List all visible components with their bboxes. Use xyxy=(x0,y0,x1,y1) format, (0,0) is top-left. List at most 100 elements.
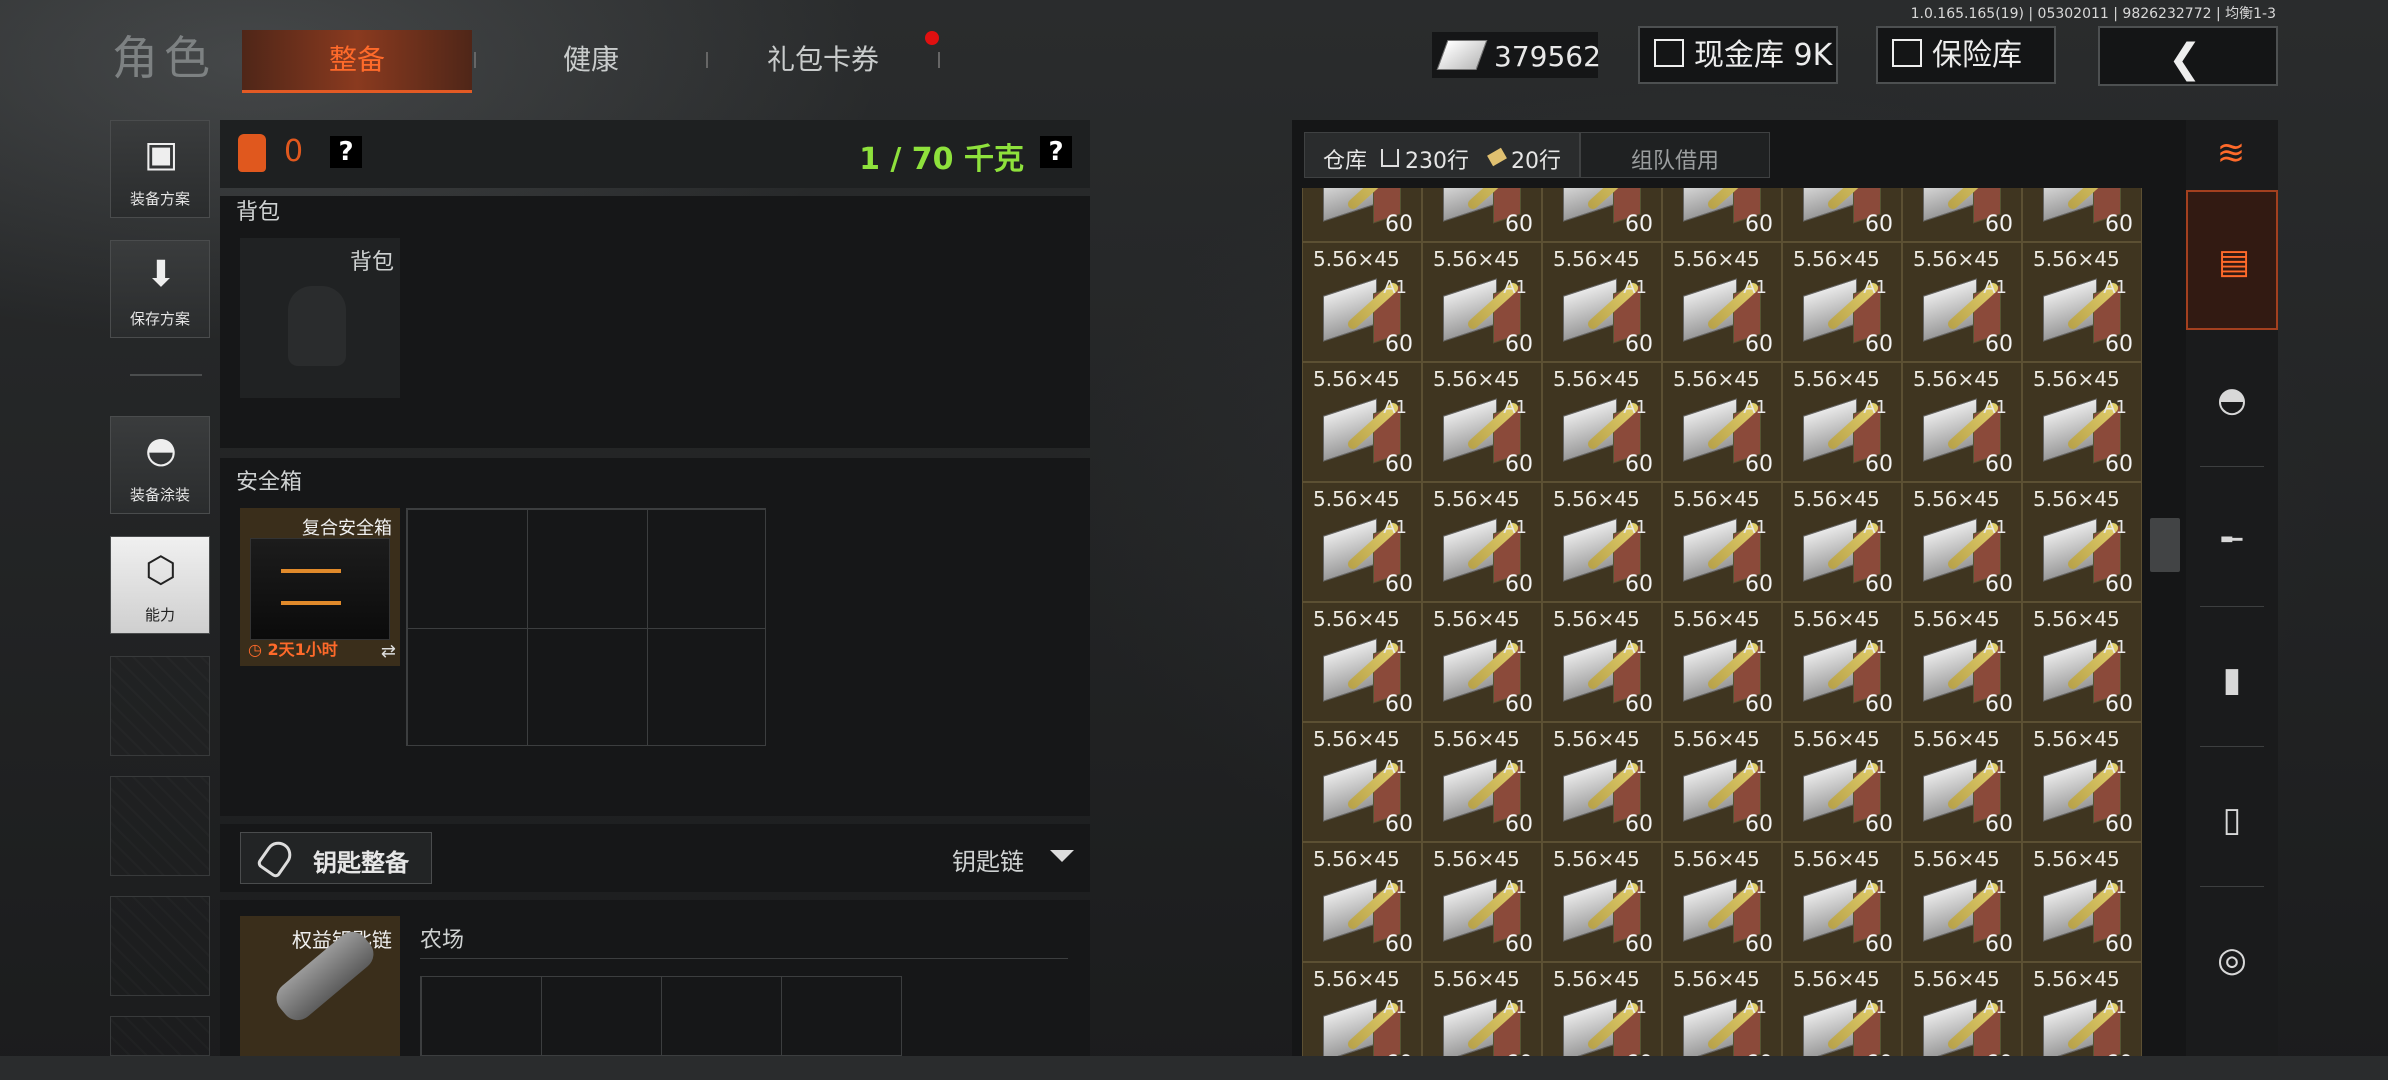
inventory-item-ammo[interactable]: 5.56×45A160 xyxy=(1902,842,2022,962)
inventory-item-ammo[interactable]: 5.56×45A160 xyxy=(1662,722,1782,842)
inventory-item-ammo[interactable]: 5.56×45A160 xyxy=(1542,842,1662,962)
swap-icon[interactable]: ⇄ xyxy=(381,641,396,662)
inventory-item-ammo[interactable]: 5.56×45A160 xyxy=(1542,482,1662,602)
inventory-item-ammo[interactable]: 5.56×45A160 xyxy=(1782,962,1902,1060)
inventory-item-ammo[interactable]: 5.56×45A160 xyxy=(1782,242,1902,362)
inventory-item-ammo[interactable]: 5.56×45A160 xyxy=(1902,188,2022,242)
inventory-item-ammo[interactable]: 5.56×45A160 xyxy=(1662,602,1782,722)
armor-help-button[interactable]: ? xyxy=(330,136,362,168)
tab-health[interactable]: 健康 xyxy=(476,30,706,90)
inventory-item-ammo[interactable]: 5.56×45A160 xyxy=(1302,962,1422,1060)
inventory-item-ammo[interactable]: 5.56×45A160 xyxy=(1302,242,1422,362)
inventory-item-ammo[interactable]: 5.56×45A160 xyxy=(2022,482,2142,602)
scrollbar[interactable] xyxy=(2150,518,2180,572)
sidebar-label: 装备涂装 xyxy=(129,486,190,504)
item-quantity: 60 xyxy=(2105,812,2133,837)
inventory-item-ammo[interactable]: 5.56×45A160 xyxy=(1542,602,1662,722)
inventory-item-ammo[interactable]: 5.56×45A160 xyxy=(1782,362,1902,482)
category-magazine[interactable]: ▮ xyxy=(2186,610,2278,750)
item-caliber: 5.56×45 xyxy=(1673,607,1760,631)
inventory-item-ammo[interactable]: 5.56×45A160 xyxy=(1422,962,1542,1060)
inventory-item-ammo[interactable]: 5.56×45A160 xyxy=(1542,722,1662,842)
inventory-item-ammo[interactable]: 5.56×45A160 xyxy=(1542,188,1662,242)
inventory-item-ammo[interactable]: 5.56×45A160 xyxy=(2022,362,2142,482)
inventory-item-ammo[interactable]: 5.56×45A160 xyxy=(1422,242,1542,362)
inventory-item-ammo[interactable]: 5.56×45A160 xyxy=(2022,842,2142,962)
inventory-item-ammo[interactable]: 5.56×45A160 xyxy=(1782,482,1902,602)
farm-key-grid[interactable] xyxy=(420,976,902,1056)
tab-gift-coupons[interactable]: 礼包卡券 xyxy=(708,30,938,90)
helmet-icon: ◓ xyxy=(145,430,177,471)
inventory-item-ammo[interactable]: 5.56×45A160 xyxy=(1662,188,1782,242)
inventory-item-ammo[interactable]: 5.56×45A160 xyxy=(1902,722,2022,842)
inventory-item-ammo[interactable]: 5.56×45A160 xyxy=(1782,602,1902,722)
safebox-slot[interactable]: 复合安全箱 ◷ 2天1小时 ⇄ xyxy=(240,508,400,666)
sidebar-save-plan[interactable]: ⬇ 保存方案 xyxy=(110,240,210,338)
weight-help-button[interactable]: ? xyxy=(1040,136,1072,168)
category-rifle[interactable]: ╾ xyxy=(2186,470,2278,610)
chevron-down-icon[interactable] xyxy=(1050,850,1074,862)
keychain-dropdown[interactable]: 钥匙链 xyxy=(952,842,1024,877)
inventory-item-ammo[interactable]: 5.56×45A160 xyxy=(1542,362,1662,482)
inventory-item-ammo[interactable]: 5.56×45A160 xyxy=(1902,242,2022,362)
inventory-item-ammo[interactable]: 5.56×45A160 xyxy=(1782,722,1902,842)
inventory-item-ammo[interactable]: 5.56×45A160 xyxy=(1902,362,2022,482)
inventory-item-ammo[interactable]: 5.56×45A160 xyxy=(1422,722,1542,842)
inventory-item-ammo[interactable]: 5.56×45A160 xyxy=(1782,842,1902,962)
item-quantity: 60 xyxy=(1625,572,1653,597)
inventory-item-ammo[interactable]: 5.56×45A160 xyxy=(1302,602,1422,722)
category-helmet[interactable]: ◓ xyxy=(2186,330,2278,470)
inventory-item-ammo[interactable]: 5.56×45A160 xyxy=(1302,188,1422,242)
inventory-item-ammo[interactable]: 5.56×45A160 xyxy=(1902,602,2022,722)
tab-loadout[interactable]: 整备 xyxy=(242,30,472,93)
key-loadout-button[interactable]: 钥匙整备 xyxy=(240,832,432,884)
keychain-slot[interactable]: 权益钥匙链 xyxy=(240,916,400,1056)
inventory-item-ammo[interactable]: 5.56×45A160 xyxy=(2022,602,2142,722)
inventory-item-ammo[interactable]: 5.56×45A160 xyxy=(2022,242,2142,362)
inventory-item-ammo[interactable]: 5.56×45A160 xyxy=(1662,362,1782,482)
inventory-item-ammo[interactable]: 5.56×45A160 xyxy=(2022,962,2142,1060)
tab-warehouse[interactable]: 仓库 230行 20行 xyxy=(1304,132,1580,178)
sidebar-skins[interactable]: ◓ 装备涂装 xyxy=(110,416,210,514)
item-caliber: 5.56×45 xyxy=(1433,247,1520,271)
inventory-item-ammo[interactable]: 5.56×45A160 xyxy=(1422,188,1542,242)
category-ammo[interactable]: ▯ xyxy=(2186,750,2278,890)
page-title: 角色 xyxy=(112,31,216,85)
sidebar-abilities[interactable]: ⬡ 能力 xyxy=(110,536,210,634)
inventory-item-ammo[interactable]: 5.56×45A160 xyxy=(2022,722,2142,842)
inventory-item-ammo[interactable]: 5.56×45A160 xyxy=(1302,722,1422,842)
inventory-item-ammo[interactable]: 5.56×45A160 xyxy=(1662,242,1782,362)
inventory-item-ammo[interactable]: 5.56×45A160 xyxy=(1302,482,1422,602)
sidebar-loadout-plans[interactable]: ▣ 装备方案 xyxy=(110,120,210,218)
insurance-icon xyxy=(1892,39,1922,67)
inventory-item-ammo[interactable]: 5.56×45A160 xyxy=(1422,842,1542,962)
inventory-item-ammo[interactable]: 5.56×45A160 xyxy=(1422,602,1542,722)
inventory-item-ammo[interactable]: 5.56×45A160 xyxy=(1902,482,2022,602)
item-caliber: 5.56×45 xyxy=(2033,847,2120,871)
inventory-item-ammo[interactable]: 5.56×45A160 xyxy=(1302,362,1422,482)
insurance-button[interactable]: 保险库 xyxy=(1876,26,2056,84)
inventory-item-ammo[interactable]: 5.56×45A160 xyxy=(1302,842,1422,962)
inventory-item-ammo[interactable]: 5.56×45A160 xyxy=(1902,962,2022,1060)
inventory-item-ammo[interactable]: 5.56×45A160 xyxy=(1662,962,1782,1060)
item-quantity: 60 xyxy=(1865,452,1893,477)
safebox-grid[interactable] xyxy=(406,508,766,746)
inventory-item-ammo[interactable]: 5.56×45A160 xyxy=(1782,188,1902,242)
inventory-item-ammo[interactable]: 5.56×45A160 xyxy=(1542,242,1662,362)
inventory-item-ammo[interactable]: 5.56×45A160 xyxy=(2022,188,2142,242)
backpack-slot[interactable]: 背包 xyxy=(240,238,400,398)
back-button[interactable]: ❮ xyxy=(2098,26,2278,86)
inventory-item-ammo[interactable]: 5.56×45A160 xyxy=(1542,962,1662,1060)
category-all[interactable]: ▤ xyxy=(2186,190,2278,330)
help-label: ? xyxy=(1048,137,1064,167)
inventory-item-ammo[interactable]: 5.56×45A160 xyxy=(1422,362,1542,482)
sort-refresh-icon[interactable]: ≋ xyxy=(2206,128,2256,178)
item-quantity: 60 xyxy=(1505,812,1533,837)
inventory-item-ammo[interactable]: 5.56×45A160 xyxy=(1662,482,1782,602)
stack-icon: ▤ xyxy=(2217,242,2251,282)
category-scope[interactable]: ◎ xyxy=(2186,890,2278,1030)
tab-team-borrow[interactable]: 组队借用 xyxy=(1580,132,1770,178)
inventory-item-ammo[interactable]: 5.56×45A160 xyxy=(1422,482,1542,602)
inventory-item-ammo[interactable]: 5.56×45A160 xyxy=(1662,842,1782,962)
cash-vault-button[interactable]: 现金库 9K xyxy=(1638,26,1838,84)
